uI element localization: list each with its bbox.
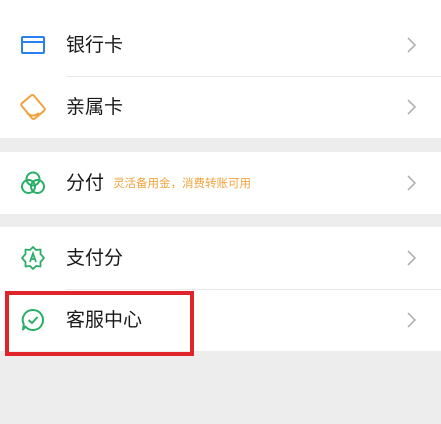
family-card-label: 亲属卡 bbox=[66, 96, 124, 118]
installment-icon bbox=[20, 170, 46, 196]
family-card-icon bbox=[20, 94, 46, 120]
chevron-right-icon bbox=[405, 311, 417, 329]
chevron-right-icon bbox=[405, 36, 417, 54]
installment-row[interactable]: 分付 灵活备用金，消费转账可用 bbox=[0, 152, 441, 214]
installment-label: 分付 bbox=[66, 172, 105, 194]
chevron-right-icon bbox=[405, 249, 417, 267]
cards-section: 银行卡 亲属卡 bbox=[0, 14, 441, 138]
customer-service-icon bbox=[20, 307, 46, 333]
pay-score-label: 支付分 bbox=[66, 247, 124, 269]
pay-score-icon bbox=[20, 245, 46, 271]
customer-service-row[interactable]: 客服中心 bbox=[0, 289, 441, 351]
service-section: 支付分 客服中心 bbox=[0, 227, 441, 351]
top-section-edge bbox=[0, 0, 441, 14]
chevron-right-icon bbox=[405, 98, 417, 116]
bank-card-row[interactable]: 银行卡 bbox=[0, 14, 441, 76]
installment-subtitle: 灵活备用金，消费转账可用 bbox=[113, 176, 251, 190]
bank-card-icon bbox=[20, 32, 46, 58]
bank-card-label: 银行卡 bbox=[66, 34, 124, 56]
installment-section: 分付 灵活备用金，消费转账可用 bbox=[0, 152, 441, 214]
pay-score-row[interactable]: 支付分 bbox=[0, 227, 441, 289]
customer-service-label: 客服中心 bbox=[66, 309, 143, 331]
family-card-row[interactable]: 亲属卡 bbox=[0, 76, 441, 138]
chevron-right-icon bbox=[405, 174, 417, 192]
